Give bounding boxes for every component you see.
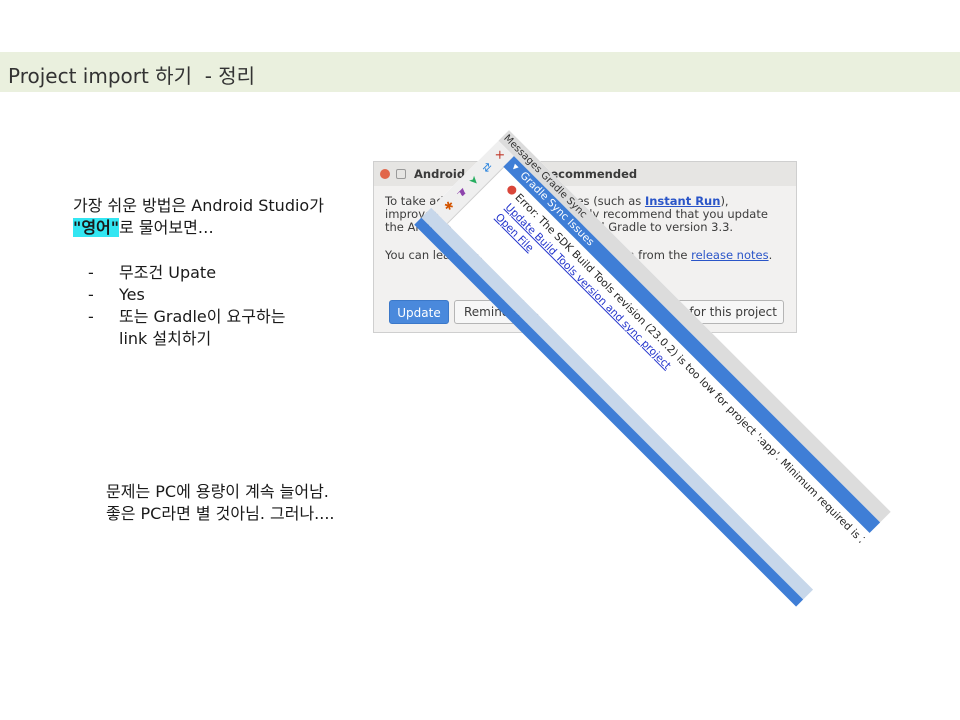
run-icon[interactable]: ➤ (465, 172, 482, 189)
slide-title-bar: Project import 하기 - 정리 (0, 52, 960, 92)
dialog-line-1c: ), (720, 194, 729, 208)
bullet-item: - 또는 Gradle이 요구하는 link 설치하기 (88, 306, 348, 350)
expand-icon[interactable]: ⇅ (478, 160, 495, 177)
release-notes-link[interactable]: release notes (691, 248, 769, 262)
bullet-list: - 무조건 Upate - Yes - 또는 Gradle이 요구하는 link 설치하… (88, 262, 348, 350)
bullet-item: - 무조건 Upate (88, 262, 348, 284)
dialog-line-2b: gly recommend that you update (582, 207, 768, 221)
bullet-text: Yes (119, 285, 145, 304)
bullet-marker: - (88, 263, 94, 282)
bullet-text: 무조건 Upate (119, 263, 217, 282)
bullet-text: 또는 Gradle이 요구하는 (119, 307, 286, 326)
dialog-titlebar: Android Gr te Recommended (374, 162, 796, 186)
highlight-english: "영어" (73, 218, 120, 237)
bullet-continuation: link 설치하기 (119, 329, 212, 348)
dialog-line-4c: . (768, 248, 773, 262)
minimize-icon[interactable] (396, 169, 406, 179)
filter-icon[interactable]: ⚑ (452, 185, 469, 202)
dialog-line-4: in from the release notes. (624, 248, 772, 262)
bullet-marker: - (88, 307, 94, 326)
bullet-marker: - (88, 285, 94, 304)
intro-line-1: 가장 쉬운 방법은 Android Studio가 (73, 196, 324, 215)
settings-icon[interactable]: ✱ (440, 198, 457, 215)
close-icon[interactable] (380, 169, 390, 179)
intro-line-2: "영어"로 물어보면… (73, 217, 373, 239)
note-line-1: 문제는 PC에 용량이 계속 늘어남. (106, 482, 329, 501)
instant-run-link[interactable]: Instant Run (645, 194, 721, 208)
stop-icon[interactable]: ✕ (491, 147, 508, 164)
dialog-line-1: res (such as Instant Run), (572, 194, 729, 208)
slide-title: Project import 하기 - 정리 (8, 64, 256, 88)
bottom-note: 문제는 PC에 용량이 계속 늘어남. 좋은 PC라면 별 것아님. 그러나..… (106, 481, 426, 525)
intro-text: 가장 쉬운 방법은 Android Studio가 "영어"로 물어보면… (73, 195, 373, 239)
intro-line-2-rest: 로 물어보면… (119, 218, 214, 237)
note-line-2: 좋은 PC라면 별 것아님. 그러나.... (106, 504, 335, 523)
bullet-item: - Yes (88, 284, 348, 306)
